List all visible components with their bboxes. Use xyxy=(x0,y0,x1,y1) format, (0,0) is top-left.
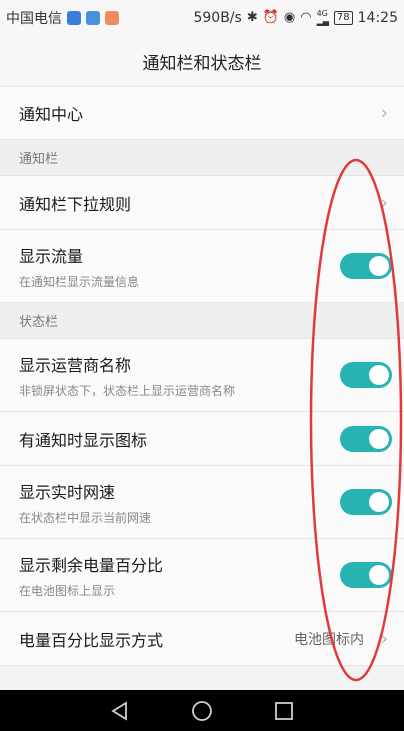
chevron-right-icon: › xyxy=(380,628,388,649)
bluetooth-icon: ✱ xyxy=(246,10,258,25)
wifi-icon: ◠ xyxy=(300,10,312,25)
recents-icon[interactable] xyxy=(273,700,295,722)
navigation-bar xyxy=(0,690,404,731)
back-icon[interactable] xyxy=(109,700,131,722)
show-carrier-toggle[interactable] xyxy=(340,362,392,388)
app-notification-icon xyxy=(67,11,81,25)
row-title: 通知中心 xyxy=(19,105,84,124)
status-bar: 中国电信 590B/s ✱ ⏰ ◉ ◠ 4G ▂▄ 78 14:25 xyxy=(0,0,404,36)
percent-mode-value: 电池图标内 xyxy=(294,631,364,648)
settings-list: 通知中心 › 通知栏 通知栏下拉规则 › 显示流量 在通知栏显示流量信息 状态栏… xyxy=(0,87,404,666)
alarm-icon: ⏰ xyxy=(262,10,279,25)
home-icon[interactable] xyxy=(191,700,213,722)
row-title: 通知栏下拉规则 xyxy=(19,194,132,214)
toggle-knob xyxy=(369,492,389,512)
toggle-knob xyxy=(369,365,389,385)
chevron-right-icon: › xyxy=(380,102,388,124)
pulldown-rule-row[interactable]: 通知栏下拉规则 › xyxy=(0,176,404,230)
battery-icon: 78 xyxy=(333,11,353,25)
show-carrier-row: 显示运营商名称 非锁屏状态下，状态栏上显示运营商名称 xyxy=(0,339,404,412)
percent-mode-row[interactable]: 电量百分比显示方式 电池图标内 › xyxy=(0,612,404,666)
notif-icons-row: 有通知时显示图标 xyxy=(0,412,404,466)
show-traffic-row: 显示流量 在通知栏显示流量信息 xyxy=(0,230,404,303)
toggle-knob xyxy=(369,256,389,276)
chevron-right-icon: › xyxy=(380,192,388,213)
network-type: 4G ▂▄ xyxy=(316,9,329,26)
section-header-notification: 通知栏 xyxy=(0,140,404,176)
notif-icons-toggle[interactable] xyxy=(340,425,392,452)
eye-icon: ◉ xyxy=(283,10,296,25)
app-notification-icon-2 xyxy=(105,11,119,25)
notification-center-row[interactable]: 通知中心 › xyxy=(0,87,404,140)
net-speed-toggle[interactable] xyxy=(340,489,392,515)
section-header-status: 状态栏 xyxy=(0,303,404,339)
show-traffic-toggle[interactable] xyxy=(340,253,392,279)
clock: 14:25 xyxy=(357,10,398,26)
battery-percent-toggle[interactable] xyxy=(340,562,392,588)
gallery-notification-icon xyxy=(86,11,100,25)
net-speed-row: 显示实时网速 在状态栏中显示当前网速 xyxy=(0,466,404,539)
carrier-name: 中国电信 xyxy=(6,11,62,27)
toggle-knob xyxy=(369,428,389,449)
network-speed: 590B/s xyxy=(193,10,242,26)
toggle-knob xyxy=(369,565,389,585)
battery-percent-row: 显示剩余电量百分比 在电池图标上显示 xyxy=(0,539,404,612)
page-title: 通知栏和状态栏 xyxy=(0,36,404,87)
